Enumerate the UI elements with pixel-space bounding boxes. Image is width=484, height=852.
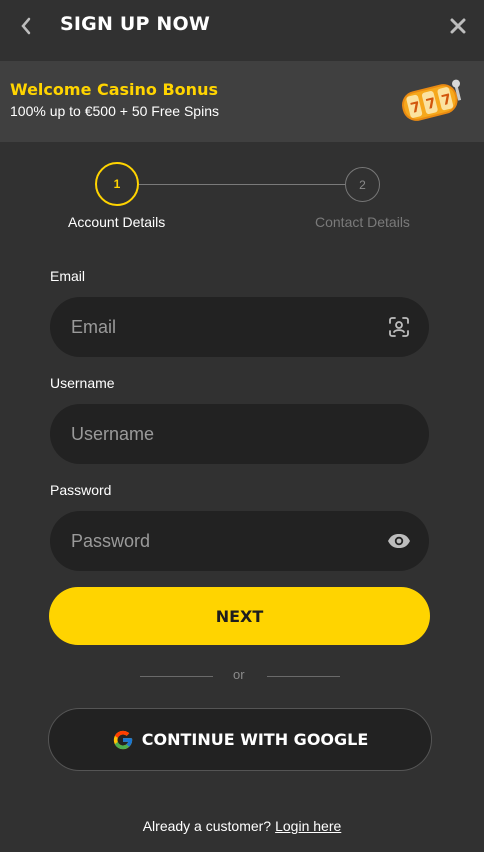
google-button-label: CONTINUE WITH GOOGLE <box>141 730 369 749</box>
chevron-left-icon <box>21 17 31 35</box>
email-field[interactable] <box>50 297 429 357</box>
divider-left <box>140 676 213 677</box>
bonus-title: Welcome Casino Bonus <box>10 80 218 99</box>
email-label: Email <box>50 268 86 284</box>
password-label: Password <box>50 482 112 498</box>
bonus-banner: Welcome Casino Bonus 100% up to €500 + 5… <box>0 61 484 142</box>
signup-stepper: 1 2 Account Details Contact Details <box>0 160 484 240</box>
bonus-subtitle: 100% up to €500 + 50 Free Spins <box>10 103 219 119</box>
face-scan-icon[interactable] <box>387 315 411 339</box>
continue-with-google-button[interactable]: CONTINUE WITH GOOGLE <box>48 708 432 771</box>
step-2-indicator: 2 <box>345 167 380 202</box>
login-link[interactable]: Login here <box>275 818 341 834</box>
email-input[interactable] <box>71 316 371 338</box>
password-field[interactable] <box>50 511 429 571</box>
close-button[interactable] <box>446 14 470 38</box>
username-input[interactable] <box>71 423 371 445</box>
divider-right <box>267 676 340 677</box>
divider-or: or <box>233 667 245 682</box>
google-icon <box>113 730 132 749</box>
back-button[interactable] <box>14 14 38 38</box>
step-1-label: Account Details <box>68 214 166 230</box>
close-icon <box>450 18 466 34</box>
already-customer-text: Already a customer? <box>142 818 272 834</box>
page-title: SIGN UP NOW <box>60 13 211 35</box>
username-label: Username <box>50 375 115 391</box>
stepper-line <box>139 184 345 185</box>
eye-icon[interactable] <box>387 529 411 553</box>
password-input[interactable] <box>71 530 371 552</box>
step-1-indicator: 1 <box>95 162 139 206</box>
username-field[interactable] <box>50 404 429 464</box>
slot-machine-icon: 7 7 7 <box>401 79 462 121</box>
next-button[interactable]: NEXT <box>49 587 430 645</box>
header: SIGN UP NOW <box>0 0 484 61</box>
step-2-label: Contact Details <box>315 214 410 230</box>
login-prompt: Already a customer? Login here <box>0 818 484 834</box>
